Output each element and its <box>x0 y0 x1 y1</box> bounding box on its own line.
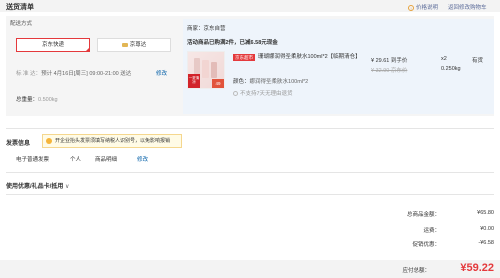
no-return-label: 不支持7天无理由退货 <box>240 91 293 97</box>
coupon-toggle[interactable]: 使用优惠/礼品卡/抵用 ∨ <box>6 181 69 190</box>
seller-label: 商家：京东自营 <box>187 26 226 32</box>
standard-value: 预计 4月16日[周三] 09:00-21:00 送达 <box>41 71 132 77</box>
coupon-title: 使用优惠/礼品卡/抵用 <box>6 184 64 190</box>
divider <box>6 128 494 129</box>
shipping-label: 配送方式 <box>10 21 33 27</box>
no-return-icon <box>233 91 238 97</box>
color-label: 颜色： <box>233 79 250 85</box>
shipping-option-label: 京东快递 <box>41 42 64 48</box>
total-amount-value: ¥65.80 <box>477 210 494 216</box>
invoice-person: 个人 <box>70 157 82 163</box>
stock-status: 有货 <box>472 58 484 64</box>
invoice-title: 发票信息 <box>6 141 31 147</box>
payable-label: 应付总额： <box>402 268 430 274</box>
back-to-cart-link[interactable]: 返回修改购物车 <box>448 3 487 11</box>
shipping-option-jingzunda[interactable]: 京尊达 <box>97 38 171 52</box>
product-price: ¥ 29.61 到手价 <box>371 58 408 64</box>
divider <box>6 194 494 195</box>
product-weight: 0.250kg <box>441 66 461 72</box>
shipping-option-jd-express[interactable]: 京东快递 <box>16 38 90 52</box>
divider <box>6 172 494 173</box>
freight-label: 运费： <box>423 228 440 234</box>
page-title: 送货清单 <box>6 4 34 11</box>
product-old-price: ¥ 32.90 京东价 <box>371 68 408 74</box>
product-thumbnail[interactable]: 一夏清凉 49 <box>187 51 225 89</box>
invoice-tip: 开企业抬头发票须填写纳税人识别号，以免影响报销 <box>42 134 182 148</box>
freight-value: ¥0.00 <box>480 226 494 232</box>
color-value: 娜润得圣柔肤水100ml*2 <box>249 79 309 85</box>
tip-icon <box>46 138 52 144</box>
discount-value: -¥6.58 <box>478 240 494 246</box>
selected-corner-icon <box>85 47 90 52</box>
weight-label: 总重量： <box>16 97 39 103</box>
total-amount-label: 总商品金额： <box>406 212 440 218</box>
no-return-note: 不支持7天无理由退货 <box>233 89 293 97</box>
bottle-shape <box>211 62 217 78</box>
payable-value: ¥59.22 <box>460 262 494 274</box>
discount-label: 促销优惠： <box>412 242 440 248</box>
invoice-detail: 商品明细 <box>95 157 118 163</box>
shipping-option-label: 京尊达 <box>129 42 147 48</box>
delivery-standard: 标 准 达：预计 4月16日[周三] 09:00-21:00 送达 <box>16 69 131 77</box>
modify-delivery-link[interactable]: 修改 <box>156 69 167 77</box>
product-qty: x2 <box>441 56 447 62</box>
product-name[interactable]: 珊瑚娜润得圣柔肤水100ml*2【临期清仓】 <box>258 54 368 62</box>
total-weight: 总重量：0.500kg <box>16 95 58 103</box>
thumb-price-tag: 49 <box>212 79 224 88</box>
thumb-promo-label: 一夏清凉 <box>188 74 200 88</box>
weight-value: 0.500kg <box>38 97 58 103</box>
modify-invoice-link[interactable]: 修改 <box>137 155 148 163</box>
info-icon: ! <box>408 4 414 11</box>
promo-text: 活动商品已购满2件，已减6.58元现金 <box>187 40 278 46</box>
price-note-label: 价格说明 <box>416 5 439 11</box>
chevron-down-icon: ∨ <box>65 184 70 190</box>
invoice-tip-text: 开企业抬头发票须填写纳税人识别号，以免影响报销 <box>55 138 171 144</box>
crown-icon <box>121 42 128 47</box>
invoice-type: 电子普通发票 <box>16 157 50 163</box>
price-note-link[interactable]: ! 价格说明 <box>408 3 438 11</box>
bottle-shape <box>202 60 209 78</box>
standard-label: 标 准 达： <box>16 71 42 77</box>
product-color: 颜色：娜润得圣柔肤水100ml*2 <box>233 77 308 85</box>
jd-supermarket-badge: 京东超市 <box>233 54 255 61</box>
